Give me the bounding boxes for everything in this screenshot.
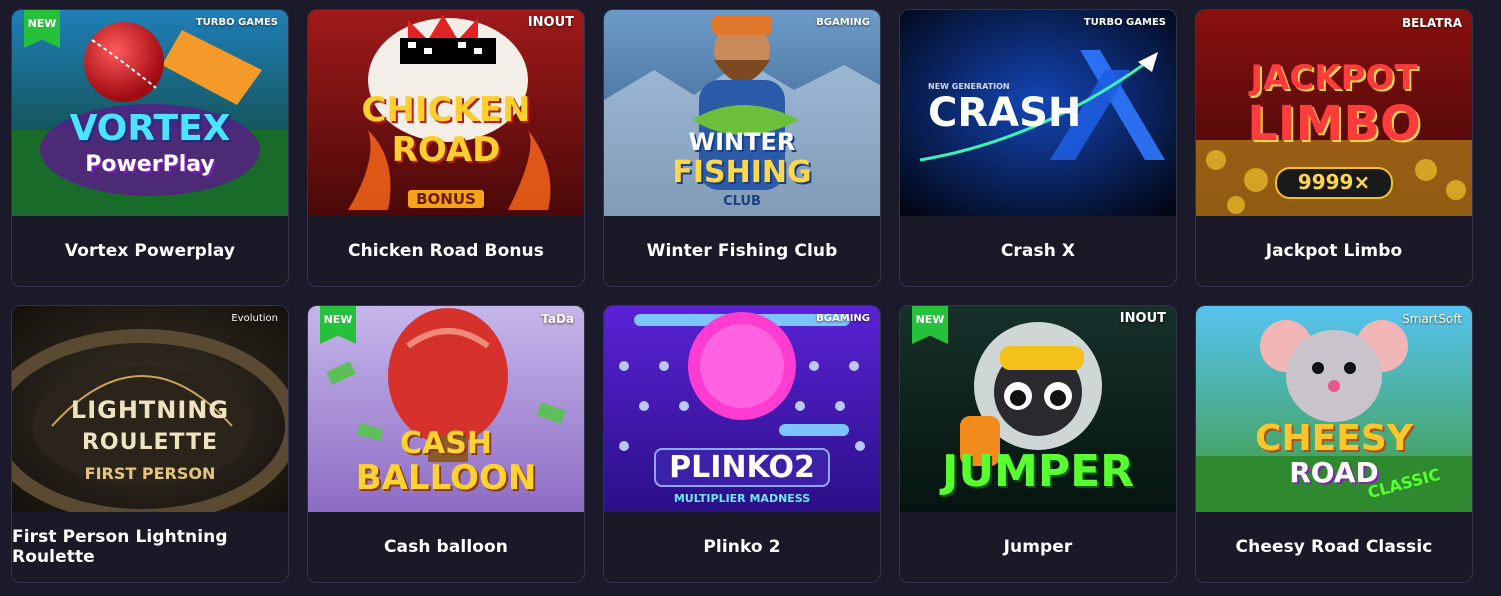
provider-logo: TaDa [541,312,574,326]
game-logo-main: CHICKEN [361,90,531,130]
provider-logo: INOUT [527,15,574,30]
game-card-chicken-road-bonus[interactable]: CHICKEN ROAD BONUS INOUT Chicken Road Bo… [307,9,585,287]
game-title: Cheesy Road Classic [1235,537,1433,557]
game-title: Jackpot Limbo [1265,241,1403,261]
game-logo-extra: BONUS [408,190,484,208]
game-grid: VORTEX PowerPlay TURBO GAMES NEW Vortex … [11,9,1473,583]
game-logo-sub: ROAD [391,130,501,170]
game-logo-extra: FIRST PERSON [84,464,216,483]
game-thumbnail[interactable]: LIGHTNING ROULETTE FIRST PERSON Evolutio… [12,306,288,512]
game-logo-sub: LIMBO [1247,96,1421,152]
game-title: Winter Fishing Club [646,241,838,261]
game-title: Vortex Powerplay [64,241,236,261]
game-title: Jumper [1003,537,1073,557]
game-logo-extra: 9999× [1297,170,1371,194]
game-title: Cash balloon [383,537,509,557]
game-logo-sub: PowerPlay [85,152,215,177]
provider-logo: BGAMING [816,313,870,324]
game-logo-sub: BALLOON [355,458,537,498]
game-logo-sub: FISHING [672,155,812,190]
game-logo-main: CASH [400,426,492,461]
game-card-jumper[interactable]: JUMPER INOUT NEW Jumper [899,305,1177,583]
game-logo-extra: CLUB [723,194,761,209]
game-card-vortex-powerplay[interactable]: VORTEX PowerPlay TURBO GAMES NEW Vortex … [11,9,289,287]
provider-logo: BELATRA [1401,16,1462,30]
game-card-cash-balloon[interactable]: CASH BALLOON TaDa NEW Cash balloon [307,305,585,583]
game-title: First Person Lightning Roulette [12,527,228,567]
game-logo-main: WINTER [688,128,796,156]
game-card-plinko-2[interactable]: PLINKO2 MULTIPLIER MADNESS BGAMING Plink… [603,305,881,583]
game-title: Plinko 2 [703,537,781,557]
provider-logo: INOUT [1119,311,1166,326]
game-logo-main: LIGHTNING [70,396,230,424]
provider-logo: SmartSoft [1402,312,1462,326]
game-card-cheesy-road-classic[interactable]: CHEESY ROAD CLASSIC SmartSoft Cheesy Roa… [1195,305,1473,583]
game-logo-sub: ROULETTE [81,430,219,455]
provider-logo: TURBO GAMES [1083,17,1166,28]
game-title: Chicken Road Bonus [348,241,544,261]
game-logo-main: JACKPOT [1250,58,1418,98]
game-card-crash-x[interactable]: NEW GENERATION CRASH TURBO GAMES Crash X [899,9,1177,287]
provider-logo: Evolution [231,313,278,324]
game-thumbnail[interactable]: CHEESY ROAD CLASSIC SmartSoft [1196,306,1472,512]
game-logo-main: JUMPER [941,446,1135,497]
game-card-first-person-lightning-roulette[interactable]: LIGHTNING ROULETTE FIRST PERSON Evolutio… [11,305,289,583]
game-thumbnail[interactable]: CHICKEN ROAD BONUS INOUT [308,10,584,216]
game-thumbnail[interactable]: NEW GENERATION CRASH TURBO GAMES [900,10,1176,216]
game-card-winter-fishing-club[interactable]: WINTER FISHING CLUB BGAMING Winter Fishi… [603,9,881,287]
provider-logo: BGAMING [816,17,870,28]
game-logo-main: CHEESY [1255,418,1413,459]
game-logo-main: PLINKO2 [654,448,830,487]
provider-logo: TURBO GAMES [195,17,278,28]
game-title: Crash X [1000,241,1076,261]
game-logo-main: VORTEX [69,108,231,149]
game-card-jackpot-limbo[interactable]: JACKPOT LIMBO 9999× BELATRA Jackpot Limb… [1195,9,1473,287]
game-thumbnail[interactable]: WINTER FISHING CLUB BGAMING [604,10,880,216]
game-thumbnail[interactable]: PLINKO2 MULTIPLIER MADNESS BGAMING [604,306,880,512]
game-logo-sub: MULTIPLIER MADNESS [673,492,811,505]
game-thumbnail[interactable]: JACKPOT LIMBO 9999× BELATRA [1196,10,1472,216]
game-logo-main: CRASH [928,90,1082,136]
